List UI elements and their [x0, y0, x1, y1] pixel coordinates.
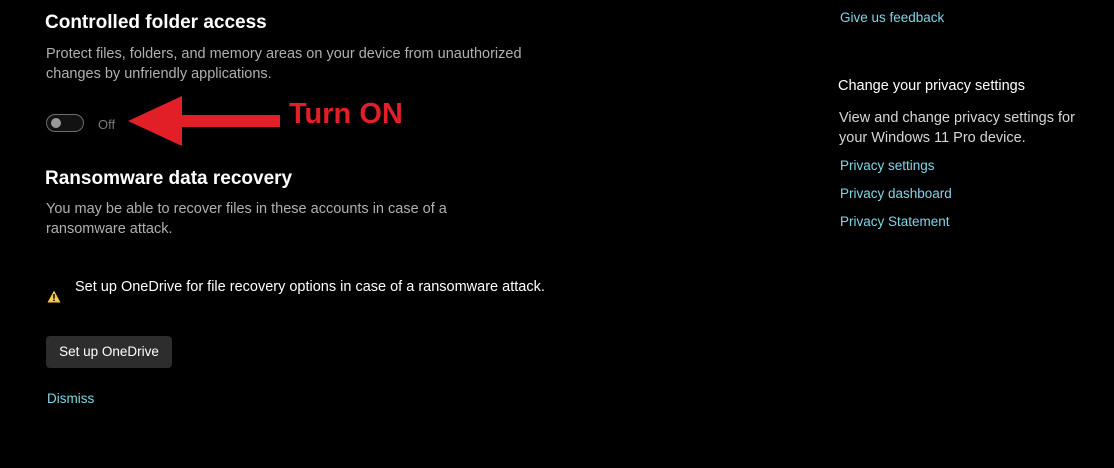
annotation-arrow-icon	[128, 96, 280, 146]
warning-icon	[47, 290, 61, 303]
give-feedback-link[interactable]: Give us feedback	[840, 10, 944, 25]
privacy-settings-description: View and change privacy settings for you…	[839, 110, 1075, 146]
controlled-folder-access-title: Controlled folder access	[45, 12, 267, 33]
dismiss-link[interactable]: Dismiss	[47, 391, 94, 406]
ransomware-recovery-description: You may be able to recover files in thes…	[46, 201, 447, 237]
setup-onedrive-button[interactable]: Set up OneDrive	[46, 336, 172, 368]
toggle-knob	[51, 118, 61, 128]
controlled-folder-access-toggle[interactable]	[46, 114, 84, 132]
onedrive-warning-text: Set up OneDrive for file recovery option…	[75, 279, 545, 295]
toggle-state-label: Off	[98, 117, 116, 132]
ransomware-recovery-title: Ransomware data recovery	[45, 168, 293, 189]
privacy-settings-heading: Change your privacy settings	[838, 78, 1025, 94]
privacy-settings-link[interactable]: Privacy settings	[840, 158, 935, 173]
privacy-statement-link[interactable]: Privacy Statement	[840, 214, 950, 229]
privacy-dashboard-link[interactable]: Privacy dashboard	[840, 186, 952, 201]
annotation-text: Turn ON	[289, 98, 403, 130]
controlled-folder-access-description: Protect files, folders, and memory areas…	[46, 46, 522, 82]
